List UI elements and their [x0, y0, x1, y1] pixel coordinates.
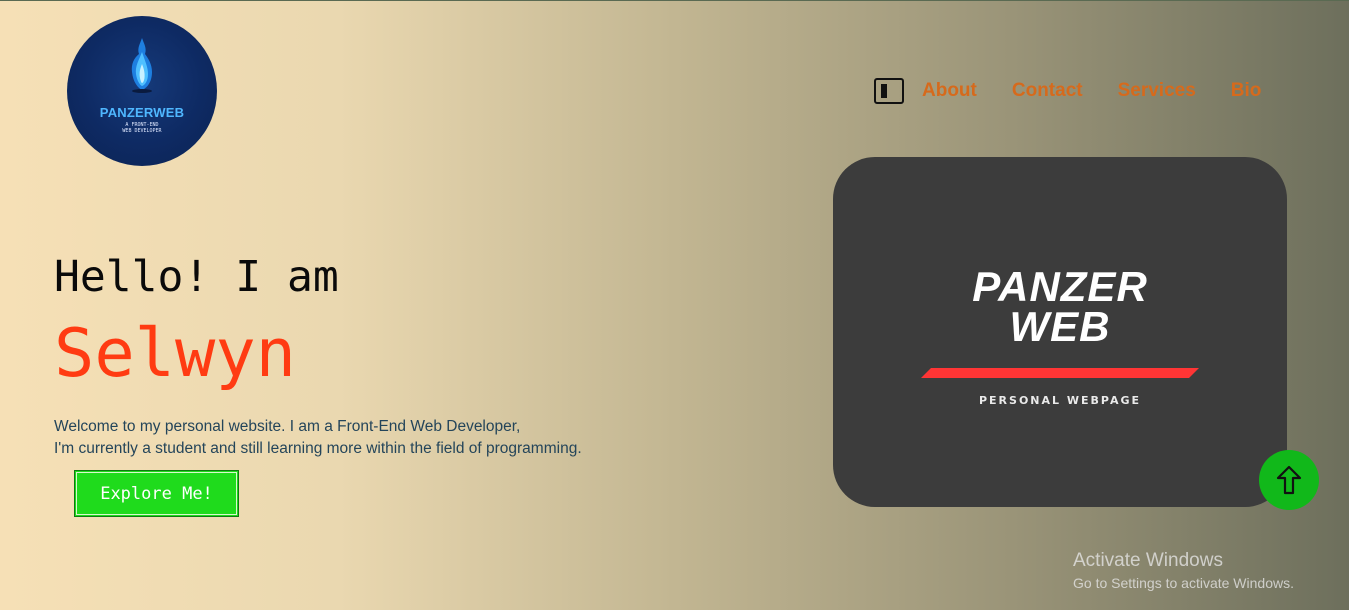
arrow-up-icon	[1276, 465, 1302, 495]
explore-button[interactable]: Explore Me!	[74, 470, 239, 517]
hero-greeting: Hello! I am	[54, 252, 339, 302]
logo-subtitle: A FRONT-END WEB DEVELOPER	[122, 122, 162, 134]
flame-icon	[125, 36, 159, 99]
top-border	[0, 0, 1349, 1]
hero-intro-line-2: I'm currently a student and still learni…	[54, 440, 582, 457]
scroll-top-button[interactable]	[1259, 450, 1319, 510]
main-nav: About Contact Services Bio	[874, 76, 1261, 106]
brand-red-bar	[921, 368, 1199, 378]
brand-tagline: PERSONAL WEBPAGE	[978, 394, 1142, 407]
theme-toggle-icon[interactable]	[874, 78, 904, 104]
nav-item-contact[interactable]: Contact	[1012, 80, 1083, 102]
hero-intro-line-1: Welcome to my personal website. I am a F…	[54, 418, 521, 435]
hero-name: Selwyn	[54, 314, 297, 392]
logo-title: PANZERWEB	[99, 105, 185, 120]
site-logo[interactable]: PANZERWEB A FRONT-END WEB DEVELOPER	[67, 16, 217, 166]
hero-intro: Welcome to my personal website. I am a F…	[54, 416, 582, 460]
nav-item-services[interactable]: Services	[1118, 80, 1196, 102]
brand-title-line-2: WEB	[1009, 303, 1111, 350]
nav-item-bio[interactable]: Bio	[1231, 80, 1262, 102]
nav-item-about[interactable]: About	[922, 80, 977, 102]
brand-card: PANZER WEB PERSONAL WEBPAGE	[833, 157, 1287, 507]
activate-windows-subtitle: Go to Settings to activate Windows.	[1073, 575, 1294, 591]
activate-windows-title: Activate Windows	[1073, 550, 1223, 571]
